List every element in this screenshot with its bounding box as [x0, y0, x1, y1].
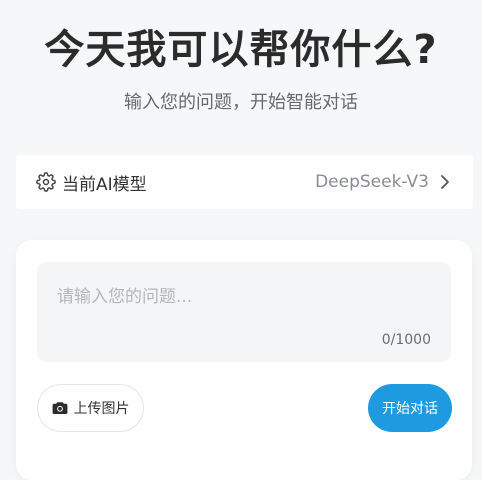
model-selector-label: 当前AI模型 — [62, 174, 147, 195]
character-counter: 0/1000 — [381, 332, 431, 348]
chevron-right-icon — [439, 174, 451, 190]
camera-icon — [52, 401, 68, 415]
question-input-container: 0/1000 — [37, 262, 451, 362]
page-title: 今天我可以帮你什么? — [44, 27, 438, 73]
upload-image-label: 上传图片 — [73, 401, 130, 417]
page-subtitle: 输入您的问题，开始智能对话 — [124, 92, 358, 113]
upload-image-button[interactable]: 上传图片 — [37, 384, 144, 432]
start-chat-button[interactable]: 开始对话 — [368, 384, 452, 432]
model-selector[interactable]: 当前AI模型 DeepSeek-V3 — [16, 155, 473, 209]
gear-icon — [36, 172, 56, 192]
model-selector-value: DeepSeek-V3 — [315, 172, 429, 192]
composer-card: 0/1000 上传图片 开始对话 — [16, 240, 472, 480]
